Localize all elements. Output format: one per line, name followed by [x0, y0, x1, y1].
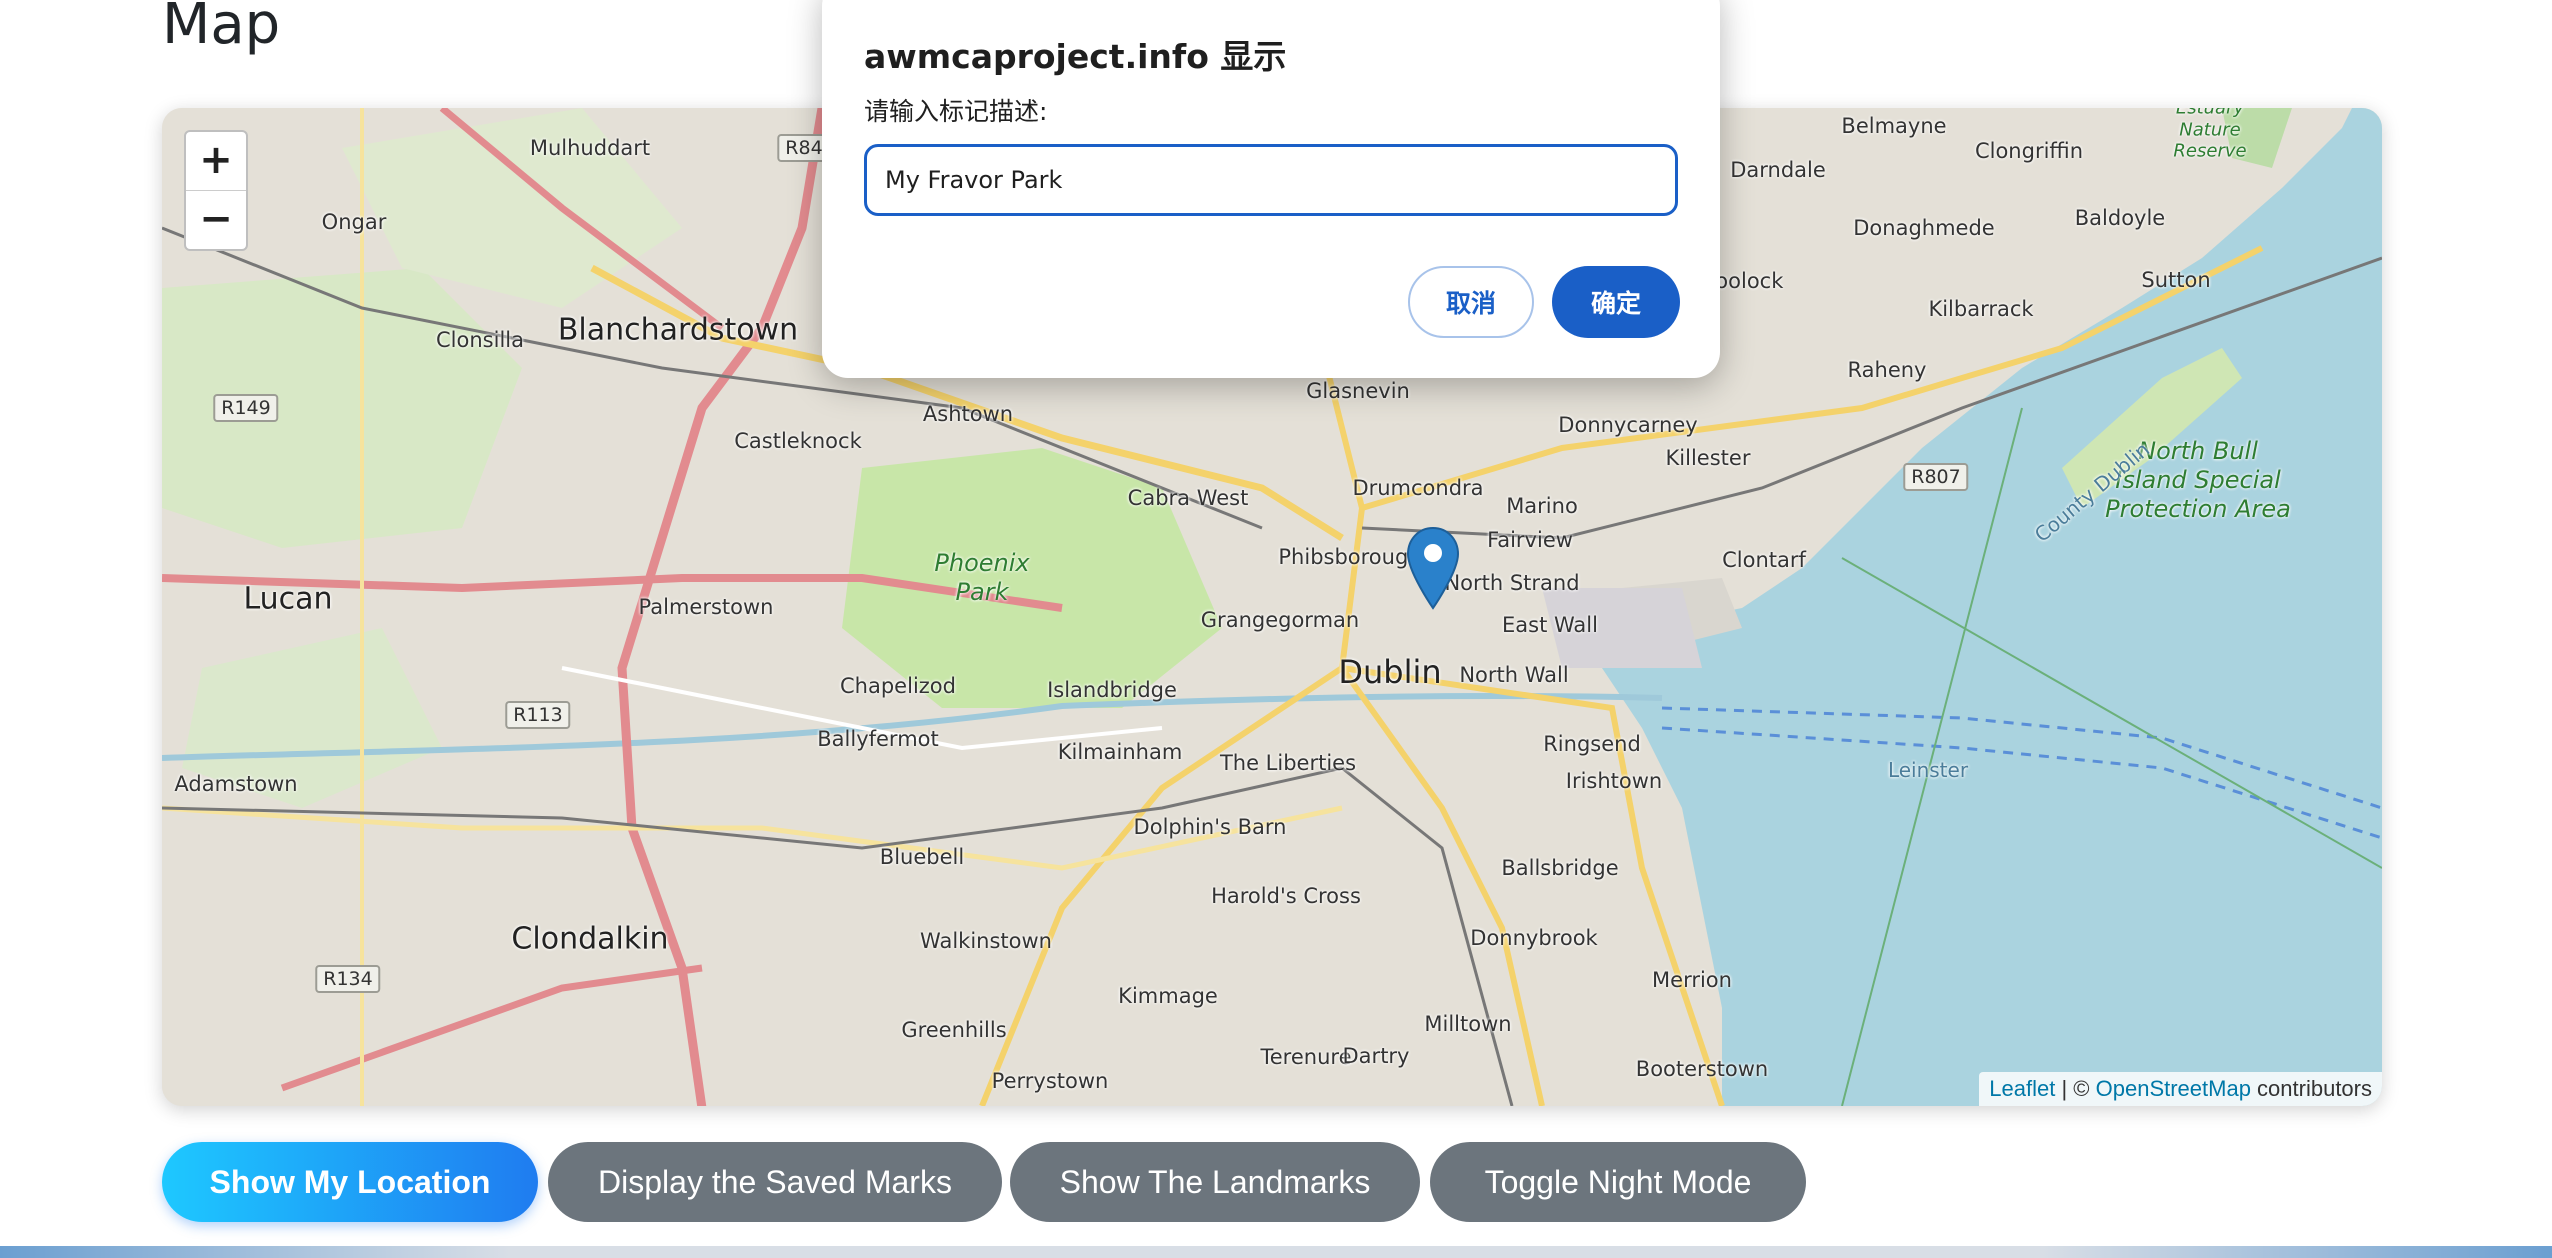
place-label: Ongar	[321, 210, 387, 234]
page-title: Map	[162, 0, 281, 57]
place-label: Darndale	[1730, 158, 1826, 182]
place-label: Donnybrook	[1470, 926, 1598, 950]
place-label: Islandbridge	[1047, 678, 1177, 702]
show-location-button[interactable]: Show My Location	[162, 1142, 538, 1222]
place-label: Glasnevin	[1306, 379, 1410, 403]
place-label: North Strand	[1444, 571, 1580, 595]
place-label: Castleknock	[734, 429, 862, 453]
place-label: Ballsbridge	[1501, 856, 1619, 880]
attribution-separator: | ©	[2055, 1076, 2096, 1101]
place-label: Phibsborough	[1278, 545, 1422, 569]
road-shield: R149	[213, 394, 279, 422]
place-label: Donnycarney	[1558, 413, 1698, 437]
night-mode-button[interactable]: Toggle Night Mode	[1430, 1142, 1806, 1222]
map-attribution: Leaflet | © OpenStreetMap contributors	[1979, 1072, 2382, 1106]
place-label: Milltown	[1424, 1012, 1512, 1036]
landmarks-button[interactable]: Show The Landmarks	[1010, 1142, 1420, 1222]
place-label: Raheny	[1847, 358, 1927, 382]
leaflet-link[interactable]: Leaflet	[1989, 1076, 2055, 1101]
place-label: Kilmainham	[1057, 740, 1183, 764]
place-label: Mulhuddart	[529, 136, 651, 160]
cancel-button[interactable]: 取消	[1408, 266, 1534, 338]
place-label: Clontarf	[1722, 548, 1806, 572]
road-shield: R134	[315, 965, 381, 993]
place-label: Kilbarrack	[1928, 297, 2034, 321]
ok-button[interactable]: 确定	[1552, 266, 1680, 338]
zoom-out-button[interactable]: −	[186, 190, 246, 249]
place-label: Booterstown	[1635, 1057, 1769, 1081]
openstreetmap-link[interactable]: OpenStreetMap	[2096, 1076, 2251, 1101]
marker-description-input[interactable]	[864, 144, 1678, 216]
nature-reserve-label: Estuary Nature Reserve	[2173, 108, 2247, 162]
place-label: Harold's Cross	[1211, 884, 1361, 908]
place-label: Ballyfermot	[817, 727, 939, 751]
dialog-message: 请输入标记描述:	[864, 97, 1048, 126]
water-label: Leinster	[1887, 758, 1969, 782]
map-marker-icon[interactable]	[1406, 526, 1460, 612]
place-label: Ringsend	[1543, 732, 1641, 756]
place-label: East Wall	[1502, 613, 1598, 637]
saved-marks-button[interactable]: Display the Saved Marks	[548, 1142, 1002, 1222]
place-label: Clonsilla	[436, 328, 524, 352]
place-label: Clongriffin	[1974, 139, 2084, 163]
place-label: Greenhills	[901, 1018, 1007, 1042]
place-label: Dolphin's Barn	[1133, 815, 1287, 839]
park-label: Phoenix Park	[934, 549, 1030, 606]
place-label: Baldoyle	[2074, 206, 2166, 230]
place-label: The Liberties	[1219, 751, 1357, 775]
place-label: Dartry	[1342, 1044, 1410, 1068]
place-label: Chapelizod	[840, 674, 956, 698]
attribution-suffix: contributors	[2250, 1076, 2372, 1101]
road-shield: R807	[1903, 463, 1969, 491]
prompt-dialog: awmcaproject.info 显示 请输入标记描述: 取消 确定	[822, 0, 1720, 378]
place-label: Belmayne	[1841, 114, 1947, 138]
place-label: Kimmage	[1118, 984, 1218, 1008]
place-label: Clondalkin	[511, 921, 669, 957]
place-label: Palmerstown	[638, 595, 774, 619]
window-bottom-edge	[0, 1246, 2552, 1258]
place-label: Grangegorman	[1200, 608, 1360, 632]
place-label: Cabra West	[1127, 486, 1249, 510]
place-label: Donaghmede	[1853, 216, 1995, 240]
place-label: Terenure	[1260, 1045, 1352, 1069]
place-label: Walkinstown	[920, 929, 1052, 953]
place-label: Perrystown	[991, 1069, 1109, 1093]
place-label: Marino	[1506, 494, 1578, 518]
dialog-title: awmcaproject.info 显示	[864, 37, 1287, 76]
place-label: Merrion	[1652, 968, 1732, 992]
place-label: Dublin	[1338, 653, 1442, 691]
place-label: North Wall	[1459, 663, 1569, 687]
place-label: Adamstown	[174, 772, 298, 796]
place-label: Fairview	[1487, 528, 1573, 552]
place-label: Killester	[1665, 446, 1751, 470]
zoom-control: + −	[184, 130, 248, 251]
place-label: Drumcondra	[1352, 476, 1484, 500]
place-label: Irishtown	[1565, 769, 1663, 793]
road-shield: R113	[505, 701, 571, 729]
place-label: Sutton	[2141, 268, 2211, 292]
place-label: Blanchardstown	[557, 312, 799, 348]
zoom-in-button[interactable]: +	[186, 132, 246, 190]
place-label: Lucan	[243, 581, 333, 617]
place-label: Bluebell	[879, 845, 965, 869]
place-label: Ashtown	[922, 402, 1014, 426]
